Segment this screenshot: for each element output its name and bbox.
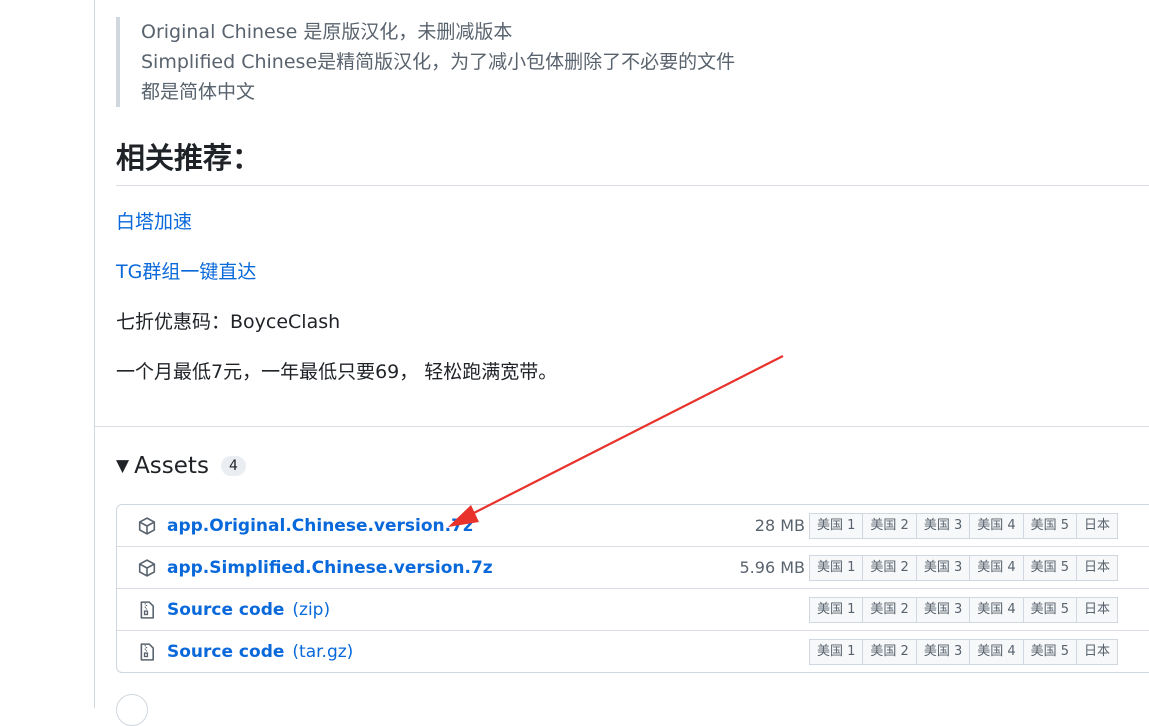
mirror-us4-button[interactable]: 美国 4 bbox=[969, 554, 1024, 581]
asset-size: 5.96 MB bbox=[739, 558, 806, 577]
mirror-jp-button[interactable]: 日本 bbox=[1076, 596, 1119, 623]
recommend-heading: 相关推荐： bbox=[116, 141, 262, 175]
recommend-item-2: TG群组一键直达 bbox=[116, 258, 256, 286]
price-text: 一个月最低7元，一年最低只要69， 轻松跑满宽带。 bbox=[116, 361, 558, 383]
asset-row: app.Original.Chinese.version.7z 28 MB 美国… bbox=[117, 505, 1149, 546]
mirror-us5-button[interactable]: 美国 5 bbox=[1022, 638, 1078, 665]
asset-row: Source code (tar.gz) 美国 1 美国 2 美国 3 美国 4… bbox=[117, 630, 1149, 672]
reaction-button[interactable] bbox=[116, 694, 148, 726]
mirror-us3-button[interactable]: 美国 3 bbox=[915, 596, 971, 623]
mirror-us1-button[interactable]: 美国 1 bbox=[809, 554, 864, 581]
mirror-us4-button[interactable]: 美国 4 bbox=[969, 596, 1024, 623]
mirror-us3-button[interactable]: 美国 3 bbox=[915, 638, 971, 665]
source-code-ext: (tar.gz) bbox=[292, 641, 354, 662]
recommend-item-1: 白塔加速 bbox=[116, 208, 192, 236]
assets-list: app.Original.Chinese.version.7z 28 MB 美国… bbox=[116, 504, 1149, 673]
source-code-targz-link[interactable]: Source code bbox=[167, 642, 284, 662]
assets-toggle[interactable]: ▼ Assets 4 bbox=[116, 453, 246, 479]
mirror-us5-button[interactable]: 美国 5 bbox=[1022, 596, 1078, 623]
mirror-us2-button[interactable]: 美国 2 bbox=[862, 596, 917, 623]
mirror-us1-button[interactable]: 美国 1 bbox=[809, 512, 864, 539]
caret-down-icon: ▼ bbox=[116, 456, 130, 476]
mirror-us2-button[interactable]: 美国 2 bbox=[862, 512, 917, 539]
mirror-us3-button[interactable]: 美国 3 bbox=[915, 512, 971, 539]
package-icon bbox=[137, 516, 157, 536]
heading-divider bbox=[116, 185, 1149, 186]
mirror-us2-button[interactable]: 美国 2 bbox=[862, 554, 917, 581]
section-divider bbox=[95, 426, 1149, 427]
source-code-zip-link[interactable]: Source code bbox=[167, 600, 284, 620]
asset-size: 28 MB bbox=[754, 516, 805, 535]
blockquote-note: Original Chinese 是原版汉化，未删减版本 Simplified … bbox=[116, 17, 735, 107]
link-baita-accel[interactable]: 白塔加速 bbox=[116, 211, 192, 233]
coupon-text: 七折优惠码：BoyceClash bbox=[116, 311, 341, 333]
content-frame-border bbox=[94, 0, 95, 708]
asset-link-original[interactable]: app.Original.Chinese.version.7z bbox=[167, 516, 473, 536]
mirror-us2-button[interactable]: 美国 2 bbox=[862, 638, 917, 665]
assets-count-badge: 4 bbox=[220, 456, 246, 476]
mirror-us3-button[interactable]: 美国 3 bbox=[915, 554, 971, 581]
source-code-ext: (zip) bbox=[292, 599, 331, 620]
mirror-us1-button[interactable]: 美国 1 bbox=[809, 596, 864, 623]
asset-row: Source code (zip) 美国 1 美国 2 美国 3 美国 4 美国… bbox=[117, 588, 1149, 630]
mirror-jp-button[interactable]: 日本 bbox=[1076, 512, 1119, 539]
package-icon bbox=[137, 558, 157, 578]
mirror-jp-button[interactable]: 日本 bbox=[1076, 554, 1119, 581]
quote-line-3: 都是简体中文 bbox=[141, 81, 256, 103]
mirror-buttons: 美国 1 美国 2 美国 3 美国 4 美国 5 日本 bbox=[809, 512, 1119, 539]
file-zip-icon bbox=[137, 600, 157, 620]
assets-title: Assets bbox=[134, 453, 209, 479]
asset-row: app.Simplified.Chinese.version.7z 5.96 M… bbox=[117, 546, 1149, 588]
mirror-buttons: 美国 1 美国 2 美国 3 美国 4 美国 5 日本 bbox=[809, 554, 1119, 581]
link-tg-group[interactable]: TG群组一键直达 bbox=[116, 261, 256, 283]
mirror-buttons: 美国 1 美国 2 美国 3 美国 4 美国 5 日本 bbox=[809, 596, 1119, 623]
quote-line-1: Original Chinese 是原版汉化，未删减版本 bbox=[141, 21, 513, 43]
mirror-us1-button[interactable]: 美国 1 bbox=[809, 638, 864, 665]
mirror-buttons: 美国 1 美国 2 美国 3 美国 4 美国 5 日本 bbox=[809, 638, 1119, 665]
file-zip-icon bbox=[137, 642, 157, 662]
mirror-us5-button[interactable]: 美国 5 bbox=[1022, 554, 1078, 581]
quote-line-2: Simplified Chinese是精简版汉化，为了减小包体删除了不必要的文件 bbox=[141, 51, 736, 73]
mirror-us4-button[interactable]: 美国 4 bbox=[969, 512, 1024, 539]
asset-link-simplified[interactable]: app.Simplified.Chinese.version.7z bbox=[167, 558, 493, 578]
mirror-us5-button[interactable]: 美国 5 bbox=[1022, 512, 1078, 539]
mirror-us4-button[interactable]: 美国 4 bbox=[969, 638, 1024, 665]
mirror-jp-button[interactable]: 日本 bbox=[1076, 638, 1119, 665]
